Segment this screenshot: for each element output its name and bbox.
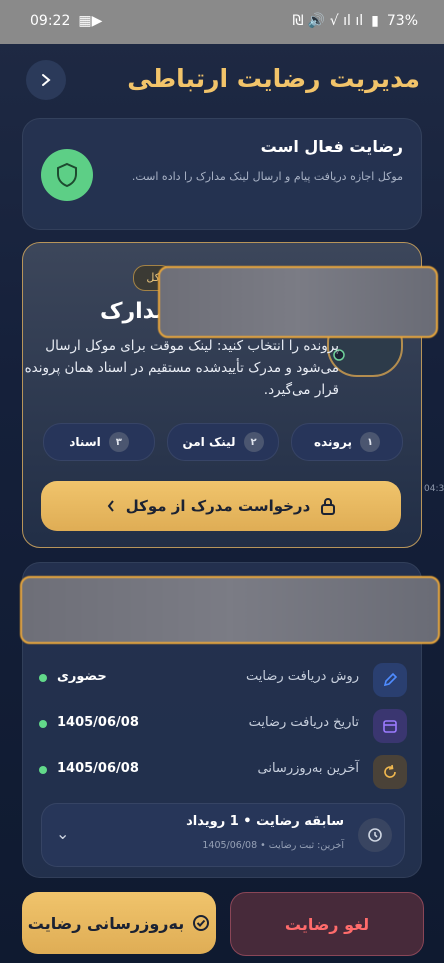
detail-label: تاریخ دریافت رضایت (248, 715, 359, 730)
documents-steps: ۱ پرونده ۲ لینک امن ۳ اسناد (43, 423, 403, 461)
history-icon (358, 818, 392, 852)
lock-icon (321, 498, 336, 515)
status-dot (39, 766, 47, 774)
calendar-icon (373, 709, 407, 743)
chevron-right-icon (42, 74, 51, 86)
detail-row-method: روش دریافت رضایت حضوری (23, 659, 421, 699)
detail-value: 1405/06/08 (57, 761, 139, 776)
notification-icon: ▦▶ (78, 13, 103, 29)
detail-label: روش دریافت رضایت (246, 669, 359, 684)
consent-status-card: رضایت فعال است موکل اجازه دریافت پیام و … (22, 118, 422, 230)
cancel-consent-label: لغو رضایت (284, 914, 370, 934)
chevron-left-icon (107, 500, 114, 512)
step-number: ۳ (108, 432, 129, 452)
status-dot (39, 720, 47, 728)
history-subtitle: آخرین: ثبت رضایت • 1405/06/08 (202, 840, 344, 851)
cancel-consent-button[interactable]: لغو رضایت (230, 892, 424, 956)
time-label: 04:33 (424, 484, 444, 494)
step-pill-case: ۱ پرونده (291, 423, 403, 461)
check-circle-icon (193, 915, 210, 931)
consent-history-toggle[interactable]: سابقه رضایت • 1 رویداد آخرین: ثبت رضایت … (41, 803, 405, 867)
header: مدیریت رضایت ارتباطی (0, 56, 444, 112)
step-label: پرونده (314, 435, 352, 449)
detail-label: آخرین به‌روزرسانی (257, 761, 359, 776)
status-bar: 09:22 ▦▶ ₪ 🔊 √ ıl ıl ▮ 73% (0, 0, 444, 44)
refresh-icon (373, 755, 407, 789)
battery-icon: ▮ (371, 13, 379, 29)
status-dot (39, 674, 47, 682)
request-document-label: درخواست مدرک از موکل (125, 497, 311, 515)
documents-description: پرونده را انتخاب کنید: لینک موقت برای مو… (24, 338, 339, 398)
update-consent-button[interactable]: به‌روزرسانی رضایت (22, 892, 216, 954)
detail-value: 1405/06/08 (57, 715, 139, 730)
step-label: اسناد (69, 435, 101, 449)
step-pill-documents: ۳ اسناد (43, 423, 155, 461)
step-pill-secure-link: ۲ لینک امن (167, 423, 279, 461)
request-document-button[interactable]: درخواست مدرک از موکل (41, 481, 401, 531)
pencil-icon (373, 663, 407, 697)
detail-row-date: تاریخ دریافت رضایت 1405/06/08 (23, 705, 421, 745)
detail-value: حضوری (57, 669, 107, 684)
chevron-down-icon: ⌄ (56, 824, 70, 843)
shield-icon (41, 149, 93, 201)
status-time: 09:22 (30, 13, 71, 29)
consent-description: موکل اجازه دریافت پیام و ارسال لینک مدار… (131, 170, 403, 183)
update-consent-label: به‌روزرسانی رضایت (27, 913, 185, 933)
page-title: مدیریت رضایت ارتباطی (127, 64, 420, 93)
step-label: لینک امن (182, 435, 236, 449)
signal-icon: ₪ 🔊 √ ıl ıl (292, 13, 364, 29)
redacted-area (158, 266, 438, 338)
battery-level: 73% (386, 13, 418, 29)
consent-title: رضایت فعال است (260, 137, 403, 156)
detail-row-last-update: آخرین به‌روزرسانی 1405/06/08 (23, 751, 421, 791)
redacted-area (20, 576, 440, 644)
step-number: ۲ (243, 432, 264, 452)
history-title: سابقه رضایت • 1 رویداد (186, 814, 344, 829)
back-button[interactable] (26, 60, 66, 100)
step-number: ۱ (359, 432, 380, 452)
